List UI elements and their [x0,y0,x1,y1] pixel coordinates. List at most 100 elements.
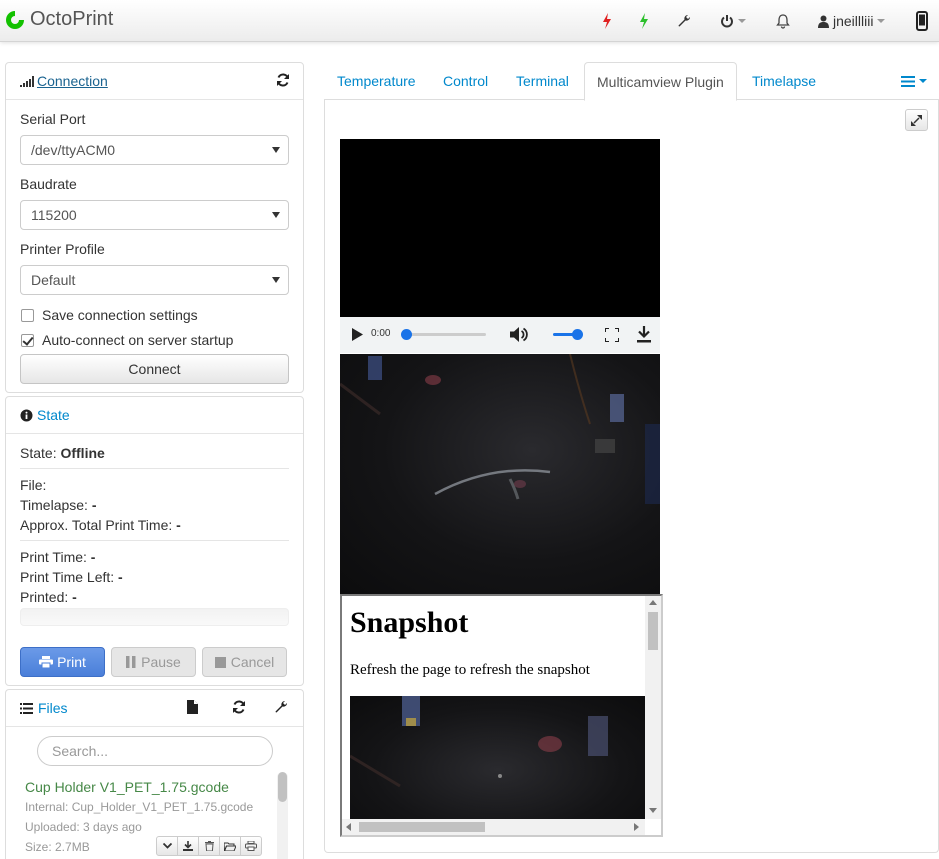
pause-icon [126,656,136,668]
power-menu[interactable] [718,11,748,31]
info-icon [20,409,33,421]
print-button[interactable]: Print [20,647,105,677]
wrench-icon[interactable] [676,11,692,31]
signal-icon [20,75,34,87]
save-settings-row[interactable]: Save connection settings [21,307,198,323]
new-file-icon[interactable] [187,700,198,714]
state-value: Offline [60,445,105,461]
snapshot-hscrollbar[interactable] [342,819,645,835]
download-icon[interactable] [637,326,651,343]
snapshot-frame: Snapshot Refresh the page to refresh the… [340,594,663,837]
webcam-stream [340,354,660,594]
brand[interactable]: OctoPrint [4,8,113,31]
file-uploaded: Uploaded: 3 days ago [25,820,142,834]
tab-multicamview[interactable]: Multicamview Plugin [584,62,737,101]
power-icon [721,15,733,28]
files-scrollbar-thumb[interactable] [278,772,287,802]
state-header: State [6,397,303,434]
state-label: State: [20,445,61,461]
user-menu[interactable]: jneillliii [818,11,888,31]
snapshot-hscroll-thumb[interactable] [359,822,485,832]
pause-button[interactable]: Pause [111,647,196,677]
file-actions [156,836,262,856]
snapshot-vscroll-thumb[interactable] [648,612,658,650]
tab-temperature[interactable]: Temperature [325,62,428,100]
webcam-image [340,354,660,504]
expand-icon [911,114,922,126]
volume-knob[interactable] [572,329,583,340]
user-name: jneillliii [833,13,874,29]
refresh-icon[interactable] [276,73,290,87]
baudrate-select[interactable]: 115200 [20,200,289,230]
print-progress-bar [20,608,289,626]
video-seek-knob[interactable] [401,329,412,340]
state-panel: State State: Offline File: Timelapse: - … [5,396,304,686]
tab-timelapse[interactable]: Timelapse [740,62,828,100]
trash-icon [204,841,214,851]
video-time: 0:00 [371,328,391,339]
download-file-button[interactable] [177,836,199,856]
octoprint-logo-icon [6,10,24,29]
print-time-line: Print Time: - [20,549,95,565]
autoconnect-checkbox[interactable] [21,333,34,347]
refresh-icon[interactable] [232,700,246,714]
play-icon[interactable] [352,328,363,341]
tab-control[interactable]: Control [431,62,500,100]
flash-red-icon[interactable] [600,11,614,31]
cancel-button[interactable]: Cancel [202,647,287,677]
scroll-down-icon[interactable] [649,808,657,813]
fullscreen-toggle-button[interactable] [905,109,928,131]
brand-title: OctoPrint [30,8,114,30]
connect-button[interactable]: Connect [20,354,289,384]
main-tabs: Temperature Control Terminal Multicamvie… [324,62,939,101]
autoconnect-row[interactable]: Auto-connect on server startup [21,332,233,348]
delete-file-button[interactable] [198,836,220,856]
printer-profile-value: Default [31,272,76,288]
baudrate-value: 115200 [31,207,77,223]
download-icon [183,841,193,851]
tab-terminal[interactable]: Terminal [504,62,581,100]
expand-file-button[interactable] [156,836,178,856]
connection-title-link[interactable]: Connection [37,73,108,89]
timelapse-value: - [91,497,97,513]
time-left-line: Print Time Left: - [20,569,123,585]
serial-port-select[interactable]: /dev/ttyACM0 [20,135,289,165]
snapshot-title: Snapshot [350,606,469,639]
snapshot-vscrollbar[interactable] [645,596,661,819]
snapshot-picture [350,696,608,788]
fullscreen-icon[interactable] [605,328,619,342]
chevron-down-icon [272,277,280,283]
baudrate-label: Baudrate [20,176,77,192]
time-left-value: - [118,569,123,585]
state-title-link[interactable]: State [37,407,70,423]
scroll-up-icon[interactable] [649,600,657,605]
chevron-down-icon [877,19,886,23]
files-search-input[interactable]: Search... [37,736,273,766]
wrench-icon[interactable] [274,700,288,714]
timelapse-label: Timelapse: [20,497,92,513]
tabs-overflow-menu[interactable] [889,62,939,100]
scroll-left-icon[interactable] [346,823,351,831]
snapshot-image [350,696,645,819]
save-settings-checkbox[interactable] [21,308,34,322]
files-title-link[interactable]: Files [38,700,68,716]
file-internal: Internal: Cup_Holder_V1_PET_1.75.gcode [25,800,254,814]
chevron-down-icon [738,19,746,23]
video-seek-bar[interactable] [406,333,486,336]
flash-green-icon[interactable] [637,11,651,31]
printer-profile-select[interactable]: Default [20,265,289,295]
snapshot-text: Refresh the page to refresh the snapshot [350,662,590,678]
printed-label: Printed: [20,589,73,605]
files-scrollbar[interactable] [277,772,288,859]
load-file-button[interactable] [219,836,241,856]
scroll-right-icon[interactable] [634,823,639,831]
file-name[interactable]: Cup Holder V1_PET_1.75.gcode [25,779,229,795]
files-panel: Files Search... Cup Holder V1_PET_1.75.g… [5,689,304,859]
volume-icon[interactable] [510,326,528,343]
files-header: Files [6,690,303,727]
bell-icon[interactable] [775,11,791,31]
divider [20,468,289,469]
list-icon [901,75,915,87]
mobile-icon[interactable] [914,11,930,31]
print-file-button[interactable] [240,836,262,856]
